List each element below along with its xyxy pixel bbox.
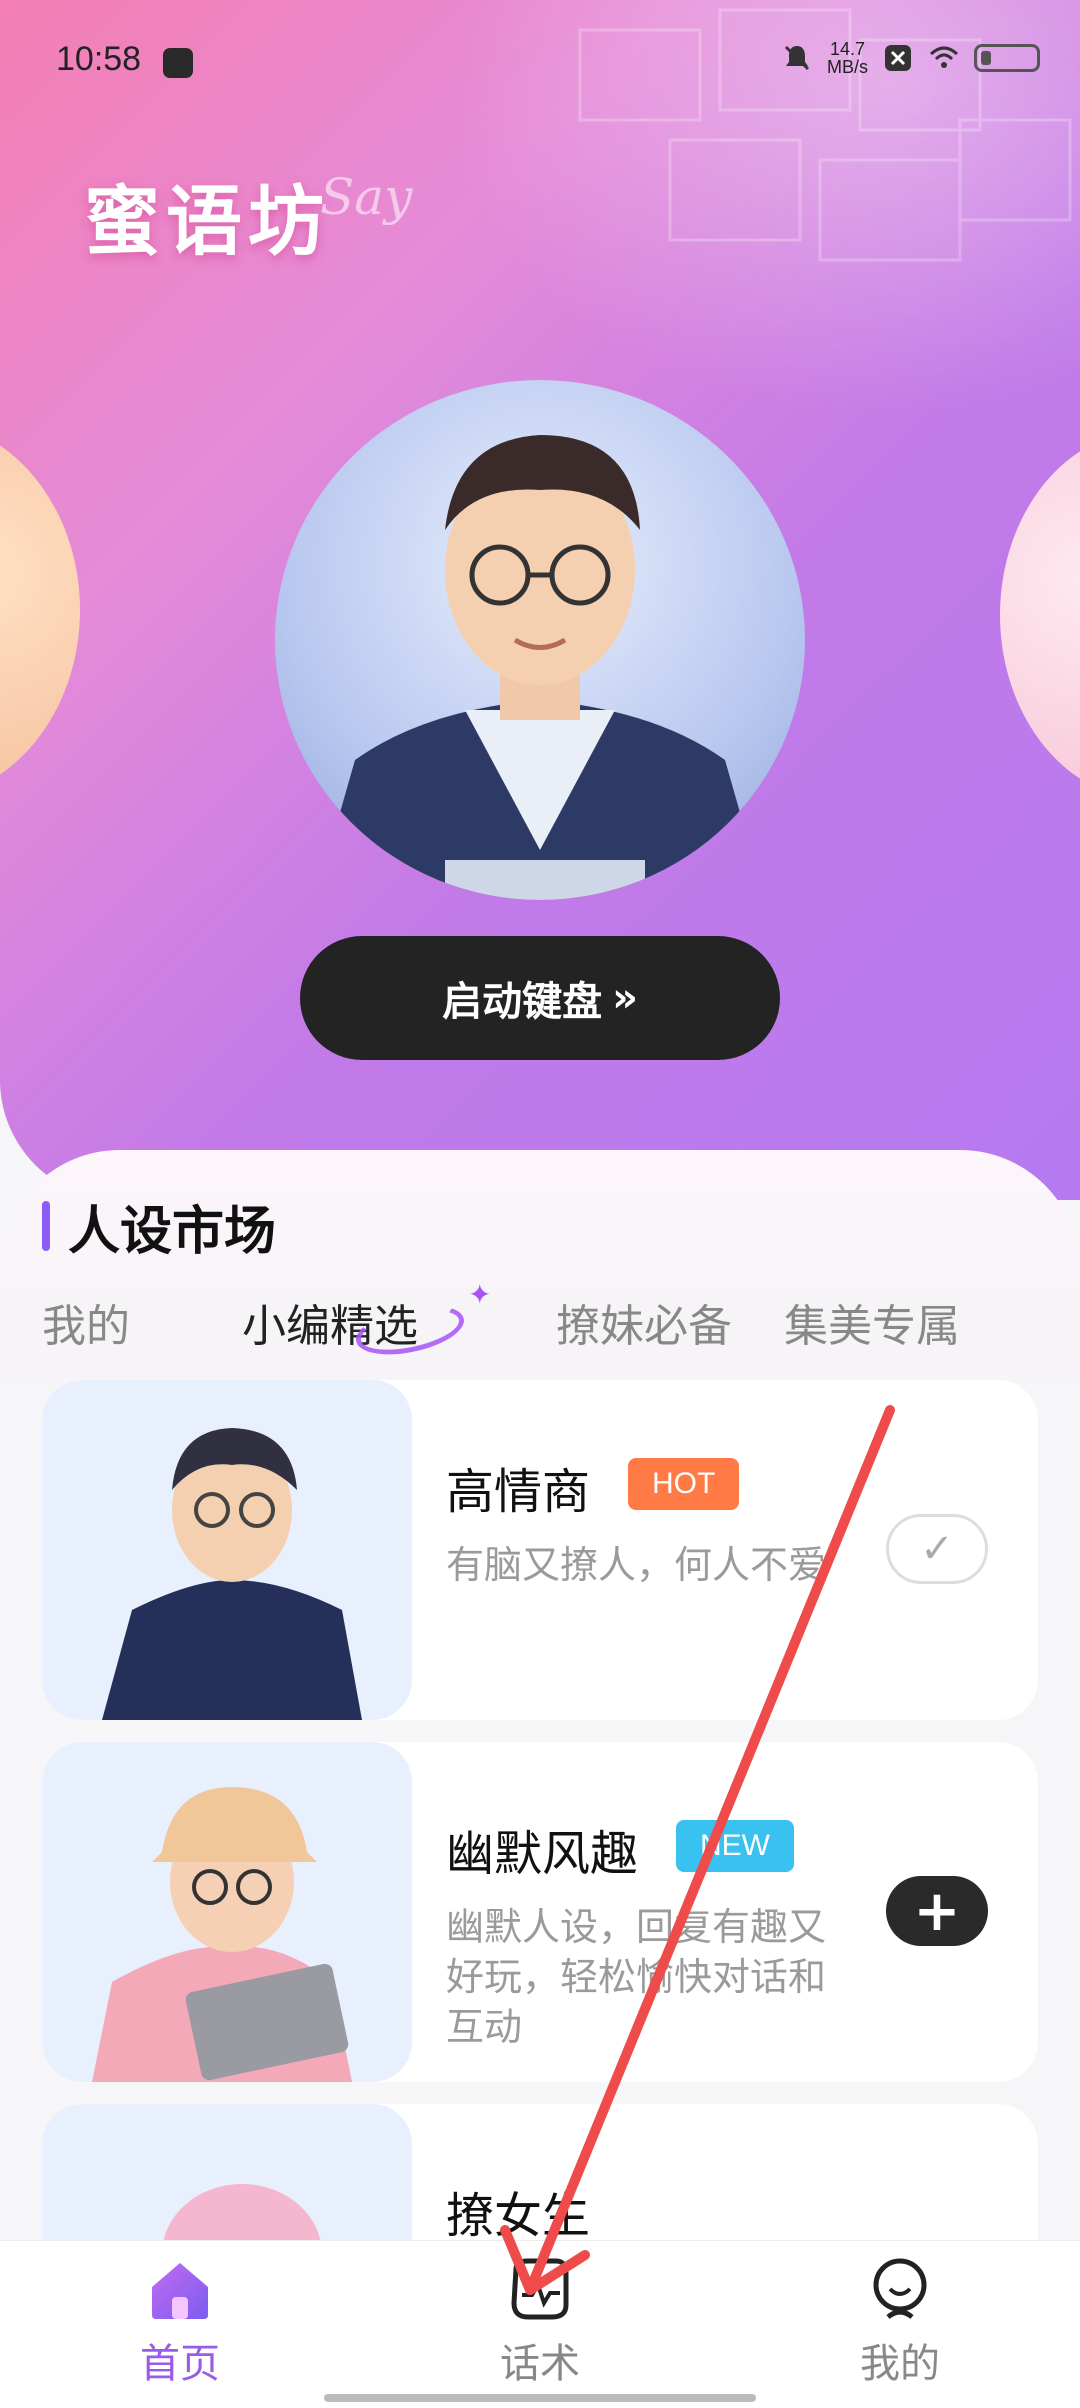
persona-description: 幽默人设，回复有趣又好玩，轻松愉快对话和互动: [446, 1905, 827, 2049]
chat-bubble-icon: [511, 2258, 569, 2320]
plus-icon: +: [913, 1878, 961, 1944]
persona-name: 高情商: [446, 1464, 591, 1520]
nav-scripts-label: 话术: [500, 2341, 580, 2387]
nav-profile[interactable]: 我的: [810, 2255, 990, 2389]
persona-name: 幽默风趣: [446, 1826, 639, 1882]
status-time: 10:58: [56, 40, 142, 78]
featured-avatar[interactable]: [275, 380, 805, 900]
section-title-bar: [42, 1201, 50, 1251]
side-avatar-right[interactable]: [1000, 430, 1080, 800]
side-avatar-left[interactable]: [0, 420, 80, 800]
new-badge: NEW: [676, 1820, 794, 1872]
persona-illustration: [102, 1428, 362, 1720]
mute-bell-icon: [784, 45, 810, 71]
tab-flirt-essentials[interactable]: 撩妹必备: [556, 1290, 732, 1354]
sparkle-icon: ✦: [468, 1278, 492, 1311]
bottom-navigation: 首页 话术 我的: [0, 2240, 1080, 2408]
network-speed-value: 14.7: [829, 39, 866, 59]
wifi-icon: [929, 46, 959, 68]
launch-keyboard-button[interactable]: 启动键盘 »: [300, 936, 780, 1060]
home-icon: [152, 2263, 208, 2319]
close-box-icon: [885, 45, 911, 71]
check-icon: ✓: [920, 1526, 954, 1572]
brand-logo: 蜜语坊: [84, 177, 330, 266]
add-persona-button[interactable]: +: [886, 1876, 988, 1946]
nav-profile-label: 我的: [860, 2341, 940, 2387]
network-speed: 14.7 MB/s: [827, 40, 868, 76]
status-icons: 14.7 MB/s: [781, 40, 1040, 76]
nav-scripts[interactable]: 话术: [450, 2255, 630, 2389]
persona-card[interactable]: 幽默风趣 NEW 幽默人设，回复有趣又好玩，轻松愉快对话和互动 +: [42, 1742, 1038, 2082]
status-bar: 10:58 14.7 MB/s: [0, 0, 1080, 120]
brand-tagline: Say: [320, 168, 413, 226]
profile-icon: [873, 2258, 927, 2320]
app-notification-icon: [163, 48, 193, 78]
tab-girls-exclusive[interactable]: 集美专属: [784, 1290, 960, 1354]
section-title-text: 人设市场: [68, 1201, 277, 1262]
featured-avatar-illustration: [315, 435, 765, 900]
market-tabs: 我的 小编精选 撩妹必备 集美专属: [0, 1280, 1080, 1360]
hot-badge: HOT: [628, 1458, 740, 1510]
section-title: 人设市场: [42, 1196, 276, 1262]
tab-mine[interactable]: 我的: [42, 1290, 130, 1354]
persona-thumbnail: [42, 1742, 412, 2082]
persona-thumbnail: [42, 1380, 412, 1720]
persona-card[interactable]: 高情商 HOT 有脑又撩人，何人不爱 ✓: [42, 1380, 1038, 1720]
nav-home[interactable]: 首页: [90, 2255, 270, 2389]
persona-description: 有脑又撩人，何人不爱: [446, 1543, 827, 1587]
battery-icon: [974, 44, 1040, 72]
home-indicator[interactable]: [324, 2394, 756, 2402]
persona-illustration: [92, 1787, 352, 2082]
persona-name: 撩女生: [446, 2188, 591, 2244]
network-speed-unit: MB/s: [826, 57, 868, 77]
launch-keyboard-label: 启动键盘: [442, 979, 603, 1025]
nav-home-label: 首页: [140, 2341, 220, 2387]
added-toggle-button[interactable]: ✓: [886, 1514, 988, 1584]
double-chevron-right-icon: »: [612, 975, 638, 1021]
